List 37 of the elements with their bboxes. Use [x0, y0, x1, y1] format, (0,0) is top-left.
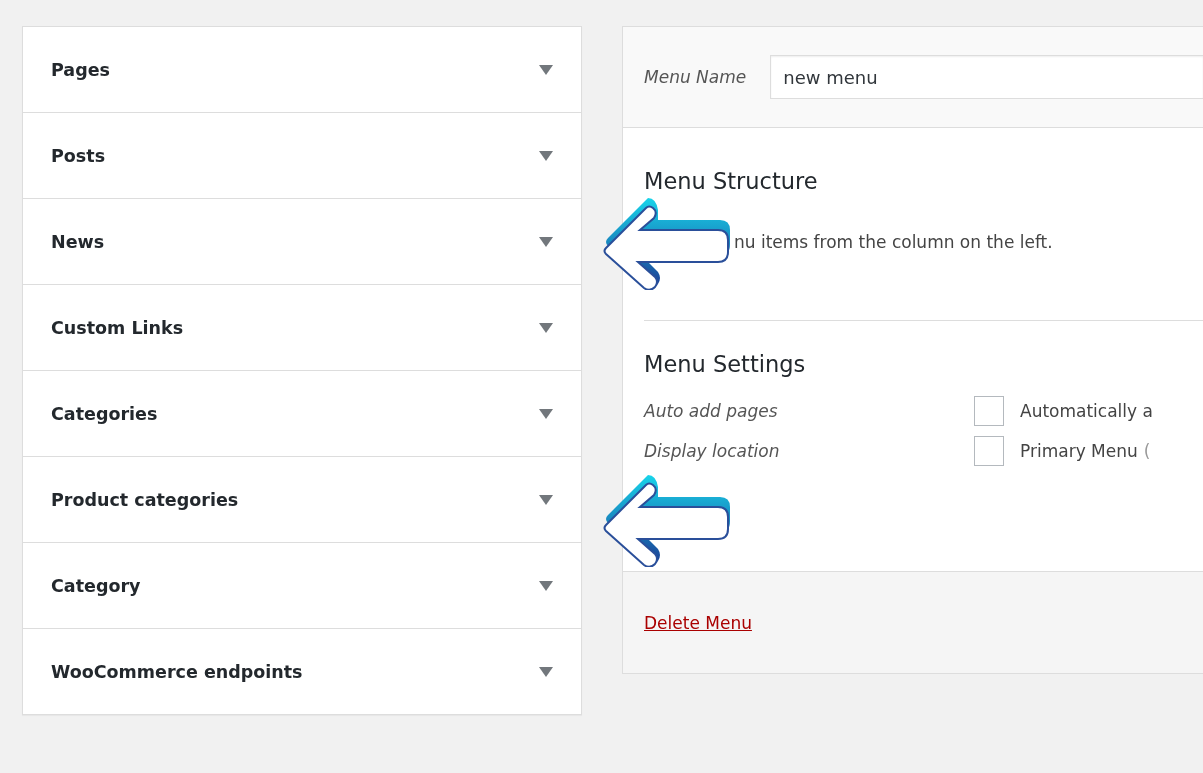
section-title: Posts [51, 145, 106, 166]
accordion-section[interactable]: Categories [23, 371, 581, 457]
checkbox-label: Primary Menu [1020, 441, 1138, 461]
caret-icon [539, 494, 553, 505]
checkbox-label: Automatically a [1020, 401, 1153, 421]
section-title: Categories [51, 403, 158, 424]
instructions-text: nu items from the column on the left. [734, 232, 1053, 252]
checkbox[interactable] [974, 396, 1004, 426]
menu-name-field[interactable]: new menu [770, 55, 1203, 99]
setting-label: Auto add pages [644, 401, 779, 421]
caret-icon [539, 236, 553, 247]
section-title: WooCommerce endpoints [51, 661, 303, 682]
accordion-section[interactable]: Product categories [23, 457, 581, 543]
caret-icon [539, 322, 553, 333]
checkbox[interactable] [974, 436, 1004, 466]
section-title: Custom Links [51, 317, 184, 338]
caret-icon [539, 666, 553, 677]
accordion-section[interactable]: Pages [23, 27, 581, 113]
location-note: ( [1143, 441, 1151, 461]
menu-name-label: Menu Name [644, 67, 747, 87]
setting-label: Display location [644, 441, 781, 461]
accordion-section[interactable]: Custom Links [23, 285, 581, 371]
accordion-section[interactable]: WooCommerce endpoints [23, 629, 581, 714]
section-title: Category [51, 575, 141, 596]
section-title: News [51, 231, 105, 252]
section-heading: Menu Settings [644, 351, 807, 377]
accordion-section[interactable]: Posts [23, 113, 581, 199]
caret-icon [539, 64, 553, 75]
accordion-section[interactable]: News [23, 199, 581, 285]
caret-icon [539, 580, 553, 591]
delete-menu-link[interactable]: Delete Menu [644, 612, 752, 633]
accordion-section[interactable]: Category [23, 543, 581, 629]
section-title: Pages [51, 59, 110, 80]
section-heading: Menu Structure [644, 168, 819, 194]
caret-icon [539, 150, 553, 161]
section-title: Product categories [51, 489, 239, 510]
caret-icon [539, 408, 553, 419]
